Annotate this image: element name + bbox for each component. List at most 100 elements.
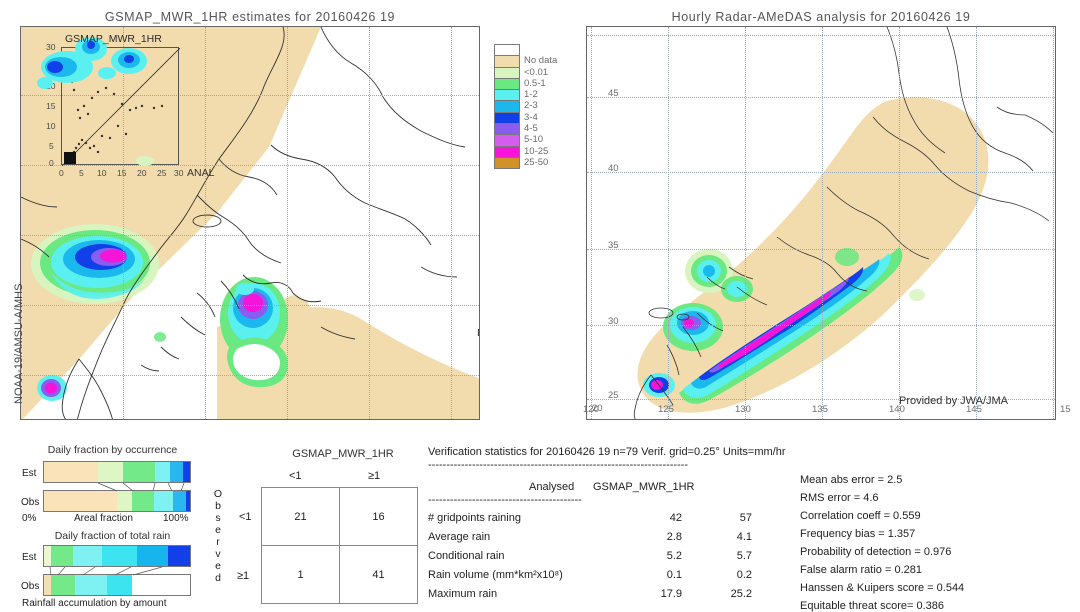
lon-tick: 135 xyxy=(812,404,828,415)
contingency-cell-hit-lowlow: 21 xyxy=(261,487,340,546)
lon-tick: 145 xyxy=(966,404,982,415)
contingency-cell-miss: 1 xyxy=(261,545,340,604)
lat-tick: 25 xyxy=(608,390,619,401)
lon-tick: 125 xyxy=(658,404,674,415)
gsmap-verification-dashboard: GSMAP_MWR_1HR estimates for 20160426 19 xyxy=(0,0,1080,612)
totalrain-chart-title: Daily fraction of total rain xyxy=(54,530,171,542)
contingency-col-header-ge1: ≥1 xyxy=(368,470,381,482)
right-panel-title: Hourly Radar-AMeDAS analysis for 2016042… xyxy=(671,10,971,24)
stats-row-analysed: 17.9 xyxy=(660,588,682,600)
bar-segment xyxy=(137,546,169,566)
right-map-gridline xyxy=(899,27,900,419)
bar-segment xyxy=(168,546,190,566)
bar-segment xyxy=(44,546,52,566)
right-map-gridline xyxy=(587,97,1055,98)
left-map-gridline xyxy=(369,27,370,419)
stats-row-analysed: 42 xyxy=(669,512,682,524)
occurrence-est-label: Est xyxy=(22,468,37,479)
bar-segment xyxy=(73,546,103,566)
stats-row-label: Rain volume (mm*km²x10⁸) xyxy=(428,569,563,581)
stats-divider-mid: ----------------------------------------… xyxy=(428,494,582,506)
lon-tick: 120 xyxy=(583,404,599,415)
precip-colorbar: No data <0.01 0.5-1 1-2 2-3 3-4 4-5 5-10 10-25 25… xyxy=(494,44,557,170)
stats-row-label: Average rain xyxy=(428,531,491,543)
right-map-gridline xyxy=(745,27,746,419)
left-map-gridline xyxy=(21,235,479,236)
right-map-gridline xyxy=(976,27,977,419)
colorbar-swatch xyxy=(494,156,520,170)
contingency-row-header-lt1: <1 xyxy=(239,511,252,523)
sensor-label-left: NOAA-19/AMSU-A/MHS xyxy=(13,283,25,404)
left-panel-title: GSMAP_MWR_1HR estimates for 20160426 19 xyxy=(104,10,396,24)
stats-col-analysed: Analysed xyxy=(529,481,575,493)
occurrence-axis-min: 0% xyxy=(22,513,37,524)
occurrence-obs-label: Obs xyxy=(21,497,40,508)
right-map-gridline xyxy=(587,249,1055,250)
stats-row-model: 5.7 xyxy=(736,550,752,562)
score-rms-error: RMS error = 4.6 xyxy=(800,492,879,504)
stats-row-model: 25.2 xyxy=(730,588,752,600)
contingency-axis-letter: d xyxy=(215,572,221,584)
totalrain-axis-label: Rainfall accumulation by amount xyxy=(22,598,167,609)
lat-tick: 45 xyxy=(608,88,619,99)
inset-title: GSMAP_MWR_1HR xyxy=(65,33,162,45)
lon-tick: 15 xyxy=(1060,404,1071,415)
occurrence-axis-label: Areal fraction xyxy=(74,513,133,524)
bar-segment xyxy=(51,546,74,566)
score-equitable-threat: Equitable threat score= 0.386 xyxy=(800,600,945,612)
stats-row-model: 57 xyxy=(739,512,752,524)
score-hanssen-kuipers: Hanssen & Kuipers score = 0.544 xyxy=(800,582,965,594)
bar-segment xyxy=(170,462,184,482)
contingency-axis-letter: e xyxy=(215,560,221,572)
occurrence-est-bar xyxy=(43,461,191,483)
left-map-gridline xyxy=(451,27,452,419)
contingency-axis-letter: e xyxy=(215,524,221,536)
contingency-axis-letter: v xyxy=(215,548,221,560)
right-map-gridline xyxy=(587,35,1055,36)
left-map-gridline xyxy=(287,27,288,419)
sensor-label-right: DMSP-F16/SSMIS xyxy=(477,327,479,339)
stats-row-model: 4.1 xyxy=(736,531,752,543)
data-credit: Provided by JWA/JMA xyxy=(899,395,1009,407)
contingency-axis-letter: s xyxy=(215,512,221,524)
stats-row-label: Maximum rain xyxy=(428,588,498,600)
contingency-axis-letter: r xyxy=(216,536,220,548)
contingency-axis-label: Observed xyxy=(211,488,225,584)
stats-col-model: GSMAP_MWR_1HR xyxy=(593,481,695,493)
score-mean-abs-error: Mean abs error = 2.5 xyxy=(800,474,903,486)
score-correlation-coeff: Correlation coeff = 0.559 xyxy=(800,510,921,522)
left-map: 30 25 20 15 10 5 0 0 5 10 15 20 25 30 xyxy=(20,26,480,420)
score-frequency-bias: Frequency bias = 1.357 xyxy=(800,528,916,540)
left-map-gridline xyxy=(21,305,479,306)
contingency-cell-hit: 41 xyxy=(339,545,418,604)
left-map-gridline xyxy=(21,375,479,376)
occurrence-connectors xyxy=(97,482,185,492)
stats-row-label: Conditional rain xyxy=(428,550,505,562)
bar-segment xyxy=(44,462,99,482)
bar-segment xyxy=(183,462,190,482)
bar-segment xyxy=(98,462,123,482)
contingency-axis-letter: b xyxy=(215,500,221,512)
right-map: Provided by JWA/JMA xyxy=(586,26,1056,420)
lon-tick: 130 xyxy=(735,404,751,415)
contingency-col-header-lt1: <1 xyxy=(289,470,302,482)
lat-tick: 35 xyxy=(608,240,619,251)
lon-tick: 140 xyxy=(889,404,905,415)
right-map-gridline xyxy=(591,27,592,419)
totalrain-est-label: Est xyxy=(22,552,37,563)
score-false-alarm-ratio: False alarm ratio = 0.281 xyxy=(800,564,922,576)
contingency-title: GSMAP_MWR_1HR xyxy=(292,448,394,460)
contingency-table: 21 16 1 41 xyxy=(261,487,418,604)
lat-tick: 40 xyxy=(608,163,619,174)
totalrain-obs-label: Obs xyxy=(21,581,40,592)
right-map-gridline xyxy=(587,172,1055,173)
stats-divider-top: ----------------------------------------… xyxy=(428,459,689,471)
lat-tick: 30 xyxy=(608,316,619,327)
colorbar-entry: 25-50 xyxy=(494,156,548,170)
right-map-gridline xyxy=(1053,27,1054,419)
right-map-gridline xyxy=(668,27,669,419)
bar-segment xyxy=(122,462,155,482)
stats-row-analysed: 2.8 xyxy=(666,531,682,543)
contingency-axis-letter: O xyxy=(213,488,223,500)
contingency-row-header-ge1: ≥1 xyxy=(237,570,250,582)
